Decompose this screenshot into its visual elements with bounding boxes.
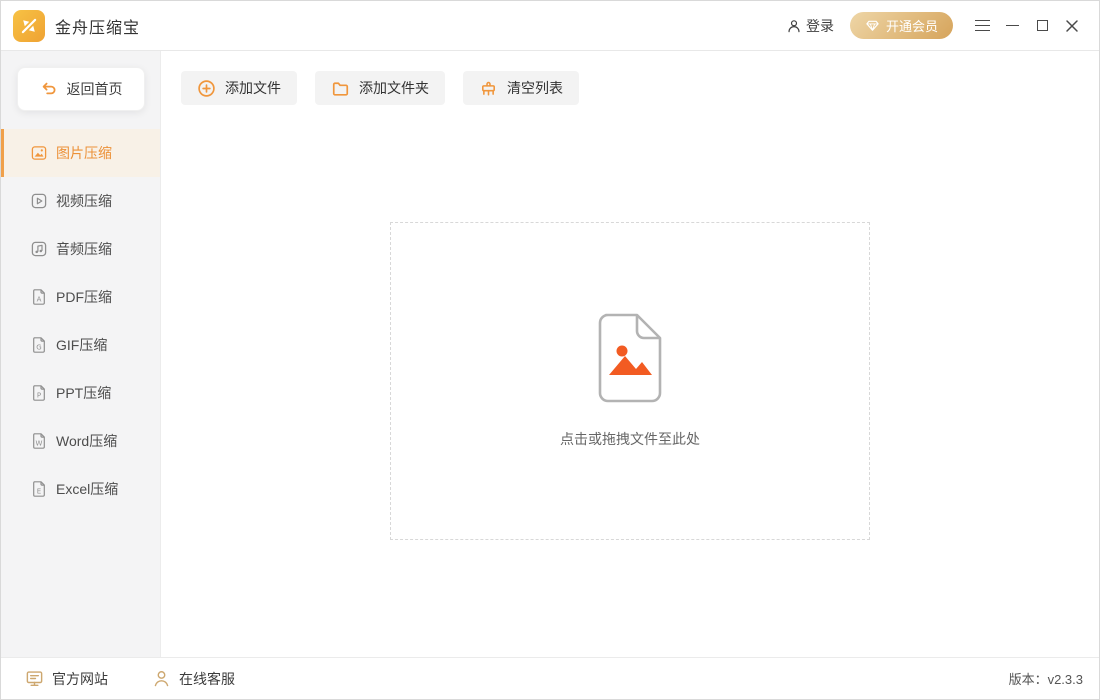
sidebar-item-label: PDF压缩 [56,289,112,305]
sidebar-item-label: 音频压缩 [56,241,112,257]
toolbar: 添加文件 添加文件夹 清空列表 [161,51,1099,105]
pdf-icon: A [30,288,48,306]
user-icon [788,19,800,32]
dropzone[interactable]: 点击或拖拽文件至此处 [390,222,870,540]
online-support-link[interactable]: 在线客服 [152,669,235,689]
sidebar-item-pdf[interactable]: A PDF压缩 [1,273,160,321]
vip-button[interactable]: 开通会员 [849,12,953,39]
folder-icon [332,81,349,96]
close-icon [1066,19,1078,32]
sidebar-item-label: 视频压缩 [56,193,112,209]
sidebar-item-excel[interactable]: E Excel压缩 [1,465,160,513]
gif-icon: G [30,336,48,354]
add-folder-label: 添加文件夹 [359,80,429,96]
login-button[interactable]: 登录 [786,16,834,36]
app-window: 金舟压缩宝 登录 开通会员 返回首页 图片压缩 视频压缩 音频压缩 A PDF压… [0,0,1100,700]
undo-arrow-icon [42,82,55,95]
back-home-label: 返回首页 [66,81,123,97]
sidebar-item-audio[interactable]: 音频压缩 [1,225,160,273]
maximize-button[interactable] [1029,13,1055,39]
menu-button[interactable] [969,13,995,39]
sidebar-item-gif[interactable]: G GIF压缩 [1,321,160,369]
add-folder-button[interactable]: 添加文件夹 [315,71,445,105]
video-icon [30,192,48,210]
image-icon [30,144,48,162]
excel-icon: E [30,480,48,498]
sidebar: 返回首页 图片压缩 视频压缩 音频压缩 A PDF压缩 G GIF压缩 P PP… [1,51,161,657]
diamond-icon [866,20,879,31]
app-logo-icon [13,9,45,42]
sidebar-item-label: Excel压缩 [56,481,119,497]
sidebar-nav: 图片压缩 视频压缩 音频压缩 A PDF压缩 G GIF压缩 P PPT压缩 W… [1,129,160,513]
sidebar-item-image[interactable]: 图片压缩 [1,129,160,177]
vip-label: 开通会员 [885,19,938,34]
sidebar-item-label: 图片压缩 [56,145,112,161]
broom-icon [482,81,495,96]
svg-text:P: P [37,391,41,399]
titlebar: 金舟压缩宝 登录 开通会员 [1,1,1099,51]
svg-text:A: A [37,295,42,303]
ppt-icon: P [30,384,48,402]
clear-list-label: 清空列表 [507,80,563,96]
svg-text:E: E [37,487,41,495]
audio-icon [30,240,48,258]
main-panel: 添加文件 添加文件夹 清空列表 点击或拖拽文件至此处 [161,51,1099,657]
footer: 官方网站 在线客服 版本：v2.3.3 [1,657,1099,699]
minimize-button[interactable] [999,13,1025,39]
sidebar-item-label: GIF压缩 [56,337,108,353]
dropzone-hint: 点击或拖拽文件至此处 [560,431,700,447]
back-home-button[interactable]: 返回首页 [17,67,145,111]
add-file-button[interactable]: 添加文件 [181,71,297,105]
compress-star-icon [21,18,37,33]
add-file-label: 添加文件 [225,80,281,96]
close-button[interactable] [1059,13,1085,39]
sidebar-item-label: Word压缩 [56,433,118,449]
official-website-label: 官方网站 [52,670,108,687]
official-website-link[interactable]: 官方网站 [25,669,108,689]
sidebar-item-word[interactable]: W Word压缩 [1,417,160,465]
clear-list-button[interactable]: 清空列表 [463,71,579,105]
sidebar-item-label: PPT压缩 [56,385,112,401]
monitor-icon [26,671,43,687]
sidebar-item-video[interactable]: 视频压缩 [1,177,160,225]
app-title: 金舟压缩宝 [55,19,141,37]
svg-text:G: G [36,343,41,351]
word-icon: W [30,432,48,450]
svg-text:W: W [36,439,43,447]
login-label: 登录 [805,17,834,34]
add-circle-icon [198,79,215,97]
sidebar-item-ppt[interactable]: P PPT压缩 [1,369,160,417]
online-support-label: 在线客服 [179,670,235,687]
support-person-icon [154,671,169,687]
image-file-icon [598,313,662,403]
version-label: 版本：v2.3.3 [1008,672,1083,687]
